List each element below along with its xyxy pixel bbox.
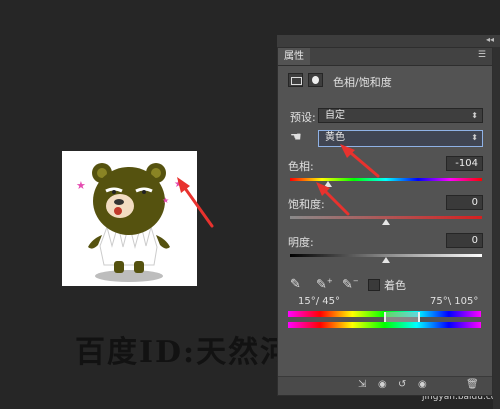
saturation-slider-thumb[interactable] <box>382 219 390 225</box>
mask-icon <box>308 73 323 87</box>
saturation-label: 饱和度: <box>288 198 325 211</box>
eyedropper-minus-icon[interactable]: ✎− <box>342 277 359 292</box>
hue-label: 色相: <box>288 160 314 173</box>
color-range-bar-output <box>288 322 481 328</box>
lightness-input[interactable]: 0 <box>446 233 483 248</box>
preset-select[interactable]: 自定 ⬍ <box>318 108 483 123</box>
eyedropper-icon[interactable]: ✎ <box>290 277 301 292</box>
saturation-input[interactable]: 0 <box>446 195 483 210</box>
panel-dock-header: ◂◂ <box>277 35 500 47</box>
range-right-label: 75°\ 105° <box>430 296 479 307</box>
range-left-label: 15°/ 45° <box>298 296 340 307</box>
colorize-checkbox[interactable] <box>368 279 380 291</box>
svg-text:★: ★ <box>162 196 169 205</box>
previous-state-icon[interactable]: ◉ <box>378 380 388 390</box>
hue-input[interactable]: -104 <box>446 156 483 171</box>
trash-icon[interactable]: 🗑 <box>466 380 479 390</box>
hue-slider-thumb[interactable] <box>324 181 333 187</box>
panel-tabbar: 属性 ☰ <box>278 48 492 66</box>
adjustment-title: 色相/饱和度 <box>333 76 392 89</box>
chevron-updown-icon: ⬍ <box>471 133 478 142</box>
svg-text:★: ★ <box>174 179 183 190</box>
reset-icon[interactable]: ↺ <box>398 380 408 390</box>
channel-value: 黄色 <box>325 132 345 143</box>
bear-illustration: ★ ★ ★ <box>76 163 183 282</box>
channel-select[interactable]: 黄色 ⬍ <box>318 130 483 147</box>
svg-text:★: ★ <box>76 179 86 192</box>
panel-menu-icon[interactable]: ☰ <box>478 50 486 60</box>
lightness-label: 明度: <box>288 236 314 249</box>
tab-properties[interactable]: 属性 <box>278 48 310 65</box>
eyedropper-plus-icon[interactable]: ✎+ <box>316 277 333 292</box>
hand-target-icon[interactable]: ☚ <box>290 130 302 145</box>
panel-bottom-toolbar: ⇲ ◉ ↺ ◉ 🗑 <box>278 376 492 395</box>
document-image[interactable]: ★ ★ ★ <box>62 151 197 286</box>
adjustment-layer-icon <box>288 73 303 87</box>
collapse-icon[interactable]: ◂◂ <box>486 35 494 44</box>
preset-label: 预设: <box>290 111 316 124</box>
clip-icon[interactable]: ⇲ <box>358 380 368 390</box>
lightness-slider-thumb[interactable] <box>382 257 390 263</box>
colorize-label: 着色 <box>384 279 406 292</box>
range-selection-bracket[interactable] <box>384 312 420 322</box>
dock-right-edge <box>493 47 500 409</box>
visibility-icon[interactable]: ◉ <box>418 380 428 390</box>
preset-value: 自定 <box>325 110 345 121</box>
hue-slider[interactable] <box>290 178 482 181</box>
chevron-updown-icon: ⬍ <box>471 111 478 120</box>
properties-panel: 属性 ☰ 色相/饱和度 预设: 自定 ⬍ ☚ 黄色 ⬍ 色相: -104 饱和度… <box>277 47 493 396</box>
